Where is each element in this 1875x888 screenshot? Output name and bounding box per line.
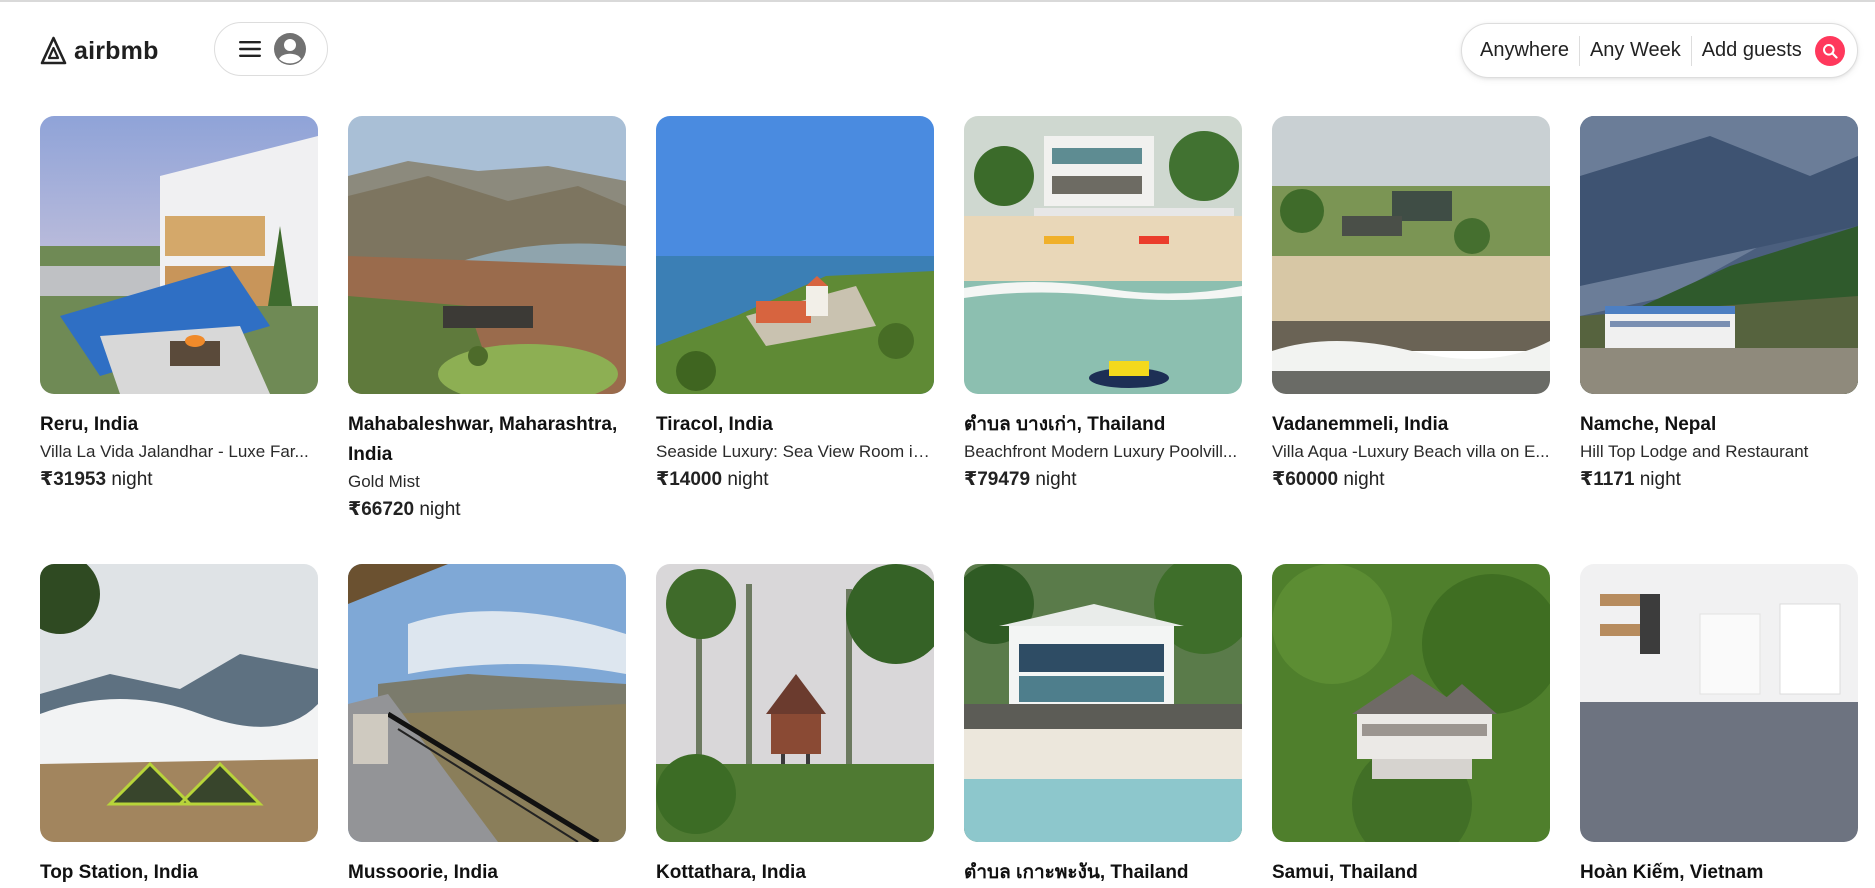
price-unit: night xyxy=(1639,469,1681,490)
listing-location: Mahabaleshwar, Maharashtra, India xyxy=(348,414,618,465)
jungle-villa-photo xyxy=(1272,564,1550,842)
price-unit: night xyxy=(727,469,769,490)
user-avatar-icon xyxy=(274,33,306,65)
listing-price: ₹60000 night xyxy=(1272,465,1550,495)
listing-photo[interactable] xyxy=(964,116,1242,394)
listing-card[interactable]: Tiracol, India Seaside Luxury: Sea View … xyxy=(656,116,934,564)
listing-price: ₹66720 night xyxy=(348,495,626,525)
user-menu-button[interactable] xyxy=(214,22,328,76)
header: airbmb Anywhere Any Week Add guests xyxy=(0,2,1875,98)
brand-logo[interactable]: airbmb xyxy=(40,33,159,69)
search-divider xyxy=(1578,35,1580,66)
price-amount: ₹1171 xyxy=(1580,469,1635,490)
price-amount: ₹14000 xyxy=(656,469,723,490)
listing-card[interactable]: Mussoorie, India xyxy=(348,564,626,888)
listing-photo[interactable] xyxy=(1272,116,1550,394)
mountain-valley-photo xyxy=(348,116,626,394)
price-unit: night xyxy=(111,469,153,490)
listings-grid: Reru, India Villa La Vida Jalandhar - Lu… xyxy=(40,116,1858,888)
price-unit: night xyxy=(419,499,461,520)
search-dates[interactable]: Any Week xyxy=(1590,39,1691,62)
listing-location: ตำบล เกาะพะงัน, Thailand xyxy=(964,862,1189,883)
price-amount: ₹60000 xyxy=(1272,469,1339,490)
listing-photo[interactable] xyxy=(40,116,318,394)
listing-photo[interactable] xyxy=(40,564,318,842)
listing-location: Hoàn Kiếm, Vietnam xyxy=(1580,862,1764,883)
listing-name: Beachfront Modern Luxury Poolvill... xyxy=(964,442,1238,461)
listing-photo[interactable] xyxy=(1272,564,1550,842)
listing-card[interactable]: Hoàn Kiếm, Vietnam xyxy=(1580,564,1858,888)
listing-location: Samui, Thailand xyxy=(1272,862,1418,883)
listing-name: Hill Top Lodge and Restaurant xyxy=(1580,442,1809,461)
listing-location: Tiracol, India xyxy=(656,414,773,435)
listing-name: Gold Mist xyxy=(348,472,420,491)
listing-card[interactable]: ตำบล บางเก่า, Thailand Beachfront Modern… xyxy=(964,116,1242,564)
listing-name: Seaside Luxury: Sea View Room in... xyxy=(656,442,934,461)
apartment-interior-photo xyxy=(1580,564,1858,842)
search-location[interactable]: Anywhere xyxy=(1480,39,1579,62)
price-unit: night xyxy=(1343,469,1385,490)
listing-card[interactable]: Vadanemmeli, India Villa Aqua -Luxury Be… xyxy=(1272,116,1550,564)
listing-photo[interactable] xyxy=(348,564,626,842)
listing-location: Reru, India xyxy=(40,414,139,435)
listing-location: Mussoorie, India xyxy=(348,862,498,883)
listing-location: ตำบล บางเก่า, Thailand xyxy=(964,414,1166,435)
beach-house-photo xyxy=(964,564,1242,842)
listing-card[interactable]: Top Station, India xyxy=(40,564,318,888)
search-guests[interactable]: Add guests xyxy=(1702,39,1812,62)
magnifier-icon xyxy=(1823,43,1838,59)
price-amount: ₹66720 xyxy=(348,499,415,520)
listing-photo[interactable] xyxy=(656,116,934,394)
search-button[interactable] xyxy=(1815,35,1845,66)
villa-pool-photo xyxy=(40,116,318,394)
beach-villa-photo xyxy=(1272,116,1550,394)
price-amount: ₹79479 xyxy=(964,469,1031,490)
listing-location: Namche, Nepal xyxy=(1580,414,1717,435)
listing-photo[interactable] xyxy=(656,564,934,842)
listing-price: ₹79479 night xyxy=(964,465,1242,495)
mountain-lodge-photo xyxy=(1580,116,1858,394)
listing-name: Villa La Vida Jalandhar - Luxe Far... xyxy=(40,442,309,461)
balcony-view-photo xyxy=(348,564,626,842)
listing-photo[interactable] xyxy=(348,116,626,394)
price-unit: night xyxy=(1035,469,1077,490)
listing-price: ₹14000 night xyxy=(656,465,934,495)
listing-name: Villa Aqua -Luxury Beach villa on E... xyxy=(1272,442,1550,461)
listing-card[interactable]: Mahabaleshwar, Maharashtra, India Gold M… xyxy=(348,116,626,564)
listing-price: ₹1171 night xyxy=(1580,465,1858,495)
search-divider xyxy=(1690,35,1692,66)
listing-price: ₹31953 night xyxy=(40,465,318,495)
search-bar[interactable]: Anywhere Any Week Add guests xyxy=(1461,23,1858,78)
listing-photo[interactable] xyxy=(964,564,1242,842)
beachfront-villa-photo xyxy=(964,116,1242,394)
seaside-fort-photo xyxy=(656,116,934,394)
hamburger-icon xyxy=(239,41,261,57)
listing-card[interactable]: Namche, Nepal Hill Top Lodge and Restaur… xyxy=(1580,116,1858,564)
listing-card[interactable]: Reru, India Villa La Vida Jalandhar - Lu… xyxy=(40,116,318,564)
listing-photo[interactable] xyxy=(1580,116,1858,394)
tents-mountain-photo xyxy=(40,564,318,842)
listing-photo[interactable] xyxy=(1580,564,1858,842)
listing-location: Kottathara, India xyxy=(656,862,806,883)
listing-card[interactable]: ตำบล เกาะพะงัน, Thailand xyxy=(964,564,1242,888)
listing-card[interactable]: Kottathara, India xyxy=(656,564,934,888)
treehouse-photo xyxy=(656,564,934,842)
listing-location: Top Station, India xyxy=(40,862,198,883)
listing-card[interactable]: Samui, Thailand xyxy=(1272,564,1550,888)
airbmb-logo-icon xyxy=(40,36,67,65)
brand-name: airbmb xyxy=(74,36,159,65)
listing-location: Vadanemmeli, India xyxy=(1272,414,1449,435)
price-amount: ₹31953 xyxy=(40,469,107,490)
